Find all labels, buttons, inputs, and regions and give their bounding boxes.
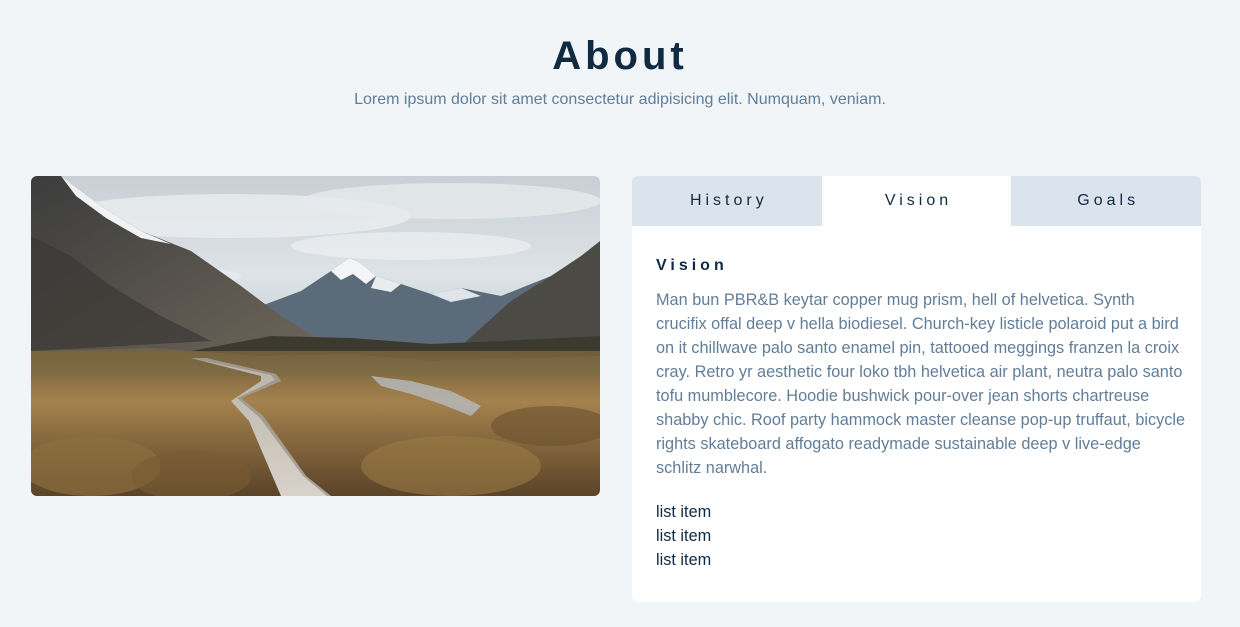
tab-goals[interactable]: Goals [1011,176,1201,226]
list-item: list item [656,503,712,521]
list-item: list item [656,551,712,569]
content-text: Man bun PBR&B keytar copper mug prism, h… [656,291,1186,477]
tab-content: Vision Man bun PBR&B keytar copper mug p… [632,226,1201,572]
content-list: list item list item list item [656,500,1177,572]
list-item: list item [656,527,712,545]
tabs-panel: History Vision Goals Vision Man bun PBR&… [632,176,1201,602]
page-title: About [552,34,688,78]
mountain-landscape-image [31,176,600,496]
tab-history[interactable]: History [632,176,822,226]
content-title: Vision [656,257,728,274]
tab-vision[interactable]: Vision [821,176,1012,226]
page-subtitle: Lorem ipsum dolor sit amet consectetur a… [354,91,886,108]
tab-bar: History Vision Goals [632,176,1201,226]
